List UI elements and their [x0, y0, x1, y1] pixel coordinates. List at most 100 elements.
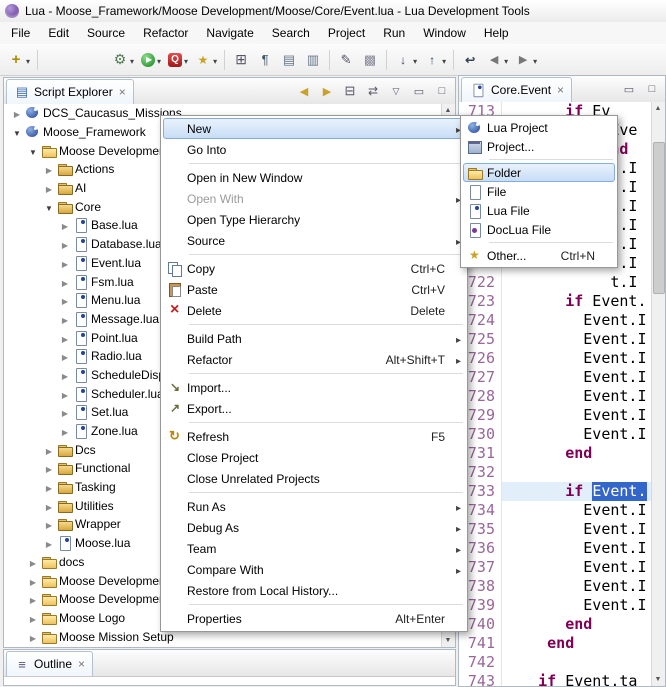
expand-arrow-icon[interactable] [42, 499, 56, 513]
code-line-730[interactable]: 730 Event.I [459, 425, 652, 444]
code-line-723[interactable]: 723 if Event. [459, 292, 652, 311]
close-icon[interactable] [78, 657, 85, 671]
collapse-arrow-icon[interactable] [26, 144, 40, 158]
context-menu-item-paste[interactable]: PasteCtrl+V [163, 279, 465, 300]
expand-arrow-icon[interactable] [58, 424, 72, 438]
code-line-722[interactable]: 722 t.I [459, 273, 652, 292]
code-line-727[interactable]: 727 Event.I [459, 368, 652, 387]
mark-occurrences-button[interactable] [359, 48, 381, 72]
menubar-refactor[interactable]: Refactor [134, 23, 197, 43]
code-line-724[interactable]: 724 Event.I [459, 311, 652, 330]
expand-arrow-icon[interactable] [26, 555, 40, 569]
show-whitespace-button[interactable] [254, 48, 276, 72]
menubar-window[interactable]: Window [414, 23, 475, 43]
context-menu-item-source[interactable]: Source [163, 230, 465, 251]
menubar-edit[interactable]: Edit [39, 23, 78, 43]
next-annotation-button[interactable] [392, 48, 419, 72]
code-line-737[interactable]: 737 Event.I [459, 558, 652, 577]
expand-arrow-icon[interactable] [58, 349, 72, 363]
menubar-search[interactable]: Search [263, 23, 319, 43]
context-menu-item-compare-with[interactable]: Compare With [163, 559, 465, 580]
code-line-731[interactable]: 731 end [459, 444, 652, 463]
context-menu-item-go-into[interactable]: Go Into [163, 139, 465, 160]
chevron-down-icon[interactable] [212, 53, 217, 67]
expand-arrow-icon[interactable] [58, 331, 72, 345]
run-button[interactable] [138, 48, 163, 72]
expand-arrow-icon[interactable] [58, 368, 72, 382]
maximize-icon[interactable] [434, 83, 450, 99]
code-line-725[interactable]: 725 Event.I [459, 330, 652, 349]
context-menu-item-refresh[interactable]: RefreshF5 [163, 426, 465, 447]
context-menu-item-close-project[interactable]: Close Project [163, 447, 465, 468]
context-menu-item-delete[interactable]: DeleteDelete [163, 300, 465, 321]
collapse-arrow-icon[interactable] [10, 125, 24, 139]
expand-arrow-icon[interactable] [10, 106, 24, 120]
expand-arrow-icon[interactable] [58, 387, 72, 401]
new-submenu-item-folder[interactable]: Folder [463, 163, 615, 182]
scroll-down-icon[interactable] [442, 634, 454, 647]
context-menu-item-team[interactable]: Team [163, 538, 465, 559]
new-submenu-item-lua-project[interactable]: Lua Project [463, 118, 615, 137]
code-line-728[interactable]: 728 Event.I [459, 387, 652, 406]
context-menu-item-restore-from-local-history[interactable]: Restore from Local History... [163, 580, 465, 601]
forward-button[interactable] [512, 48, 539, 72]
new-wizard-button[interactable] [5, 48, 32, 72]
menubar-navigate[interactable]: Navigate [197, 23, 262, 43]
view-menu-icon[interactable] [388, 83, 404, 99]
open-document-2-button[interactable] [302, 48, 324, 72]
code-line-726[interactable]: 726 Event.I [459, 349, 652, 368]
forward-icon[interactable] [319, 83, 335, 99]
new-submenu-item-doclua-file[interactable]: DocLua File [463, 220, 615, 239]
chevron-down-icon[interactable] [183, 53, 188, 67]
new-table-button[interactable] [230, 48, 252, 72]
context-menu-item-export[interactable]: Export... [163, 398, 465, 419]
code-line-741[interactable]: 741 end [459, 634, 652, 653]
new-submenu-item-other[interactable]: Other...Ctrl+N [463, 246, 615, 265]
code-line-729[interactable]: 729 Event.I [459, 406, 652, 425]
debug-button[interactable] [109, 48, 136, 72]
expand-arrow-icon[interactable] [58, 218, 72, 232]
open-document-button[interactable] [278, 48, 300, 72]
tab-script-explorer[interactable]: Script Explorer [6, 79, 134, 104]
code-line-743[interactable]: 743 if Event.ta [459, 672, 652, 686]
tab-outline[interactable]: Outline [6, 651, 93, 676]
context-menu-item-open-type-hierarchy[interactable]: Open Type Hierarchy [163, 209, 465, 230]
chevron-down-icon[interactable] [532, 53, 537, 67]
new-submenu-item-file[interactable]: File [463, 182, 615, 201]
code-line-732[interactable]: 732 [459, 463, 652, 482]
edit-mode-button[interactable] [335, 48, 357, 72]
expand-arrow-icon[interactable] [58, 256, 72, 270]
context-menu-item-properties[interactable]: PropertiesAlt+Enter [163, 608, 465, 629]
expand-arrow-icon[interactable] [58, 293, 72, 307]
collapse-all-icon[interactable] [342, 83, 358, 99]
scrollbar-thumb[interactable] [653, 142, 665, 294]
chevron-down-icon[interactable] [129, 53, 134, 67]
context-menu-item-run-as[interactable]: Run As [163, 496, 465, 517]
last-edit-location-button[interactable] [459, 48, 481, 72]
chevron-down-icon[interactable] [441, 53, 446, 67]
link-with-editor-icon[interactable] [365, 83, 381, 99]
expand-arrow-icon[interactable] [58, 275, 72, 289]
menubar-file[interactable]: File [2, 23, 39, 43]
expand-arrow-icon[interactable] [58, 312, 72, 326]
expand-arrow-icon[interactable] [26, 611, 40, 625]
context-menu-item-build-path[interactable]: Build Path [163, 328, 465, 349]
chevron-down-icon[interactable] [25, 53, 30, 67]
chevron-down-icon[interactable] [156, 53, 161, 67]
collapse-arrow-icon[interactable] [42, 200, 56, 214]
expand-arrow-icon[interactable] [42, 443, 56, 457]
new-submenu-item-project[interactable]: Project... [463, 137, 615, 156]
expand-arrow-icon[interactable] [58, 237, 72, 251]
context-menu-item-debug-as[interactable]: Debug As [163, 517, 465, 538]
context-menu-item-open-with[interactable]: Open With [163, 188, 465, 209]
expand-arrow-icon[interactable] [58, 405, 72, 419]
scroll-down-icon[interactable] [652, 673, 664, 686]
chevron-down-icon[interactable] [412, 53, 417, 67]
menubar-help[interactable]: Help [475, 23, 518, 43]
minimize-icon[interactable] [411, 83, 427, 99]
new-submenu-item-lua-file[interactable]: Lua File [463, 201, 615, 220]
context-menu-item-copy[interactable]: CopyCtrl+C [163, 258, 465, 279]
menubar-project[interactable]: Project [319, 23, 374, 43]
code-line-733[interactable]: 733 if Event. [459, 482, 652, 501]
code-line-734[interactable]: 734 Event.I [459, 501, 652, 520]
